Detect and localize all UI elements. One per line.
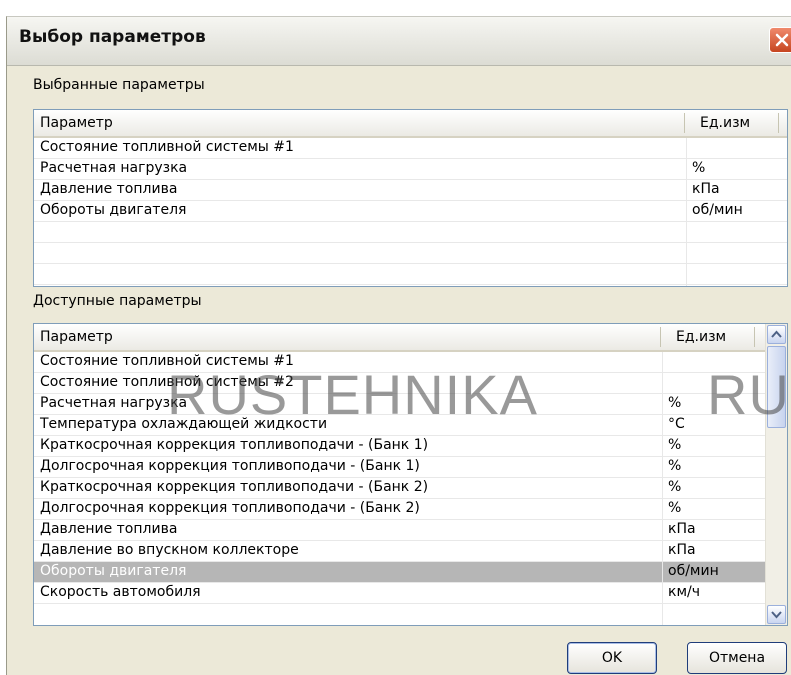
parameter-unit: кПа — [668, 542, 696, 558]
parameter-name: Скорость автомобиля — [40, 584, 201, 600]
list-item[interactable]: Краткосрочная коррекция топливоподачи - … — [34, 436, 766, 457]
column-divider — [686, 138, 687, 286]
column-header-parameter[interactable]: Параметр — [40, 329, 113, 345]
list-header: Параметр Ед.изм — [34, 324, 766, 352]
list-item[interactable] — [34, 264, 787, 285]
chevron-down-icon — [771, 611, 782, 619]
dialog-window: Выбор параметров Выбранные параметры Пар… — [6, 16, 791, 675]
column-divider — [662, 352, 663, 625]
parameter-unit: % — [668, 479, 682, 495]
selected-params-label: Выбранные параметры — [33, 77, 205, 93]
parameter-unit: % — [668, 458, 682, 474]
parameter-name: Расчетная нагрузка — [40, 160, 188, 176]
list-item[interactable] — [34, 222, 787, 243]
cancel-button[interactable]: Отмена — [687, 642, 787, 674]
list-header: Параметр Ед.изм — [34, 110, 787, 138]
window-title: Выбор параметров — [19, 27, 206, 47]
parameter-unit: кПа — [668, 521, 696, 537]
list-item[interactable]: Состояние топливной системы #1 — [34, 352, 766, 373]
parameter-unit: % — [668, 395, 682, 411]
parameter-name: Состояние топливной системы #1 — [40, 139, 294, 155]
close-button[interactable] — [769, 27, 791, 53]
parameter-unit: об/мин — [668, 563, 719, 579]
column-separator[interactable] — [660, 327, 661, 347]
parameter-name: Состояние топливной системы #1 — [40, 353, 294, 369]
title-bar[interactable]: Выбор параметров — [7, 17, 791, 66]
parameter-name: Давление топлива — [40, 181, 178, 197]
list-item[interactable]: Температура охлаждающей жидкости °C — [34, 415, 766, 436]
parameter-name: Состояние топливной системы #2 — [40, 374, 294, 390]
available-params-label: Доступные параметры — [33, 293, 202, 309]
parameter-unit: об/мин — [692, 202, 743, 218]
close-icon — [775, 33, 789, 47]
selected-rows: Состояние топливной системы #1 Расчетная … — [34, 138, 787, 285]
scroll-thumb[interactable] — [767, 346, 786, 428]
parameter-name: Долгосрочная коррекция топливоподачи - (… — [40, 500, 420, 516]
column-separator[interactable] — [778, 113, 779, 133]
parameter-name: Давление во впускном коллекторе — [40, 542, 299, 558]
parameter-unit: % — [668, 437, 682, 453]
list-item[interactable]: Краткосрочная коррекция топливоподачи - … — [34, 478, 766, 499]
parameter-name: Давление топлива — [40, 521, 178, 537]
list-item[interactable]: Расчетная нагрузка% — [34, 394, 766, 415]
column-separator[interactable] — [754, 327, 755, 347]
list-item[interactable] — [34, 243, 787, 264]
parameter-name: Обороты двигателя — [40, 202, 187, 218]
parameter-name: Краткосрочная коррекция топливоподачи - … — [40, 437, 429, 453]
parameter-name: Долгосрочная коррекция топливоподачи - (… — [40, 458, 420, 474]
ok-button[interactable]: OK — [567, 642, 657, 674]
vertical-scrollbar[interactable] — [765, 324, 787, 625]
parameter-name: Расчетная нагрузка — [40, 395, 188, 411]
parameter-unit: % — [668, 500, 682, 516]
column-separator[interactable] — [684, 113, 685, 133]
list-item[interactable]: Давление во впускном коллекторе кПа — [34, 541, 766, 562]
list-item[interactable]: Давление топлива кПа — [34, 520, 766, 541]
list-item[interactable]: Расчетная нагрузка% — [34, 159, 787, 180]
selected-params-list[interactable]: Параметр Ед.изм Состояние топливной сист… — [33, 109, 788, 287]
list-item[interactable]: Обороты двигателя об/мин — [34, 562, 766, 583]
list-item[interactable]: Долгосрочная коррекция топливоподачи - (… — [34, 499, 766, 520]
list-item[interactable]: Долгосрочная коррекция топливоподачи - (… — [34, 457, 766, 478]
list-item[interactable]: Обороты двигателя об/мин — [34, 201, 787, 222]
available-rows: Состояние топливной системы #1 Состояние … — [34, 352, 766, 604]
scroll-up-button[interactable] — [767, 325, 786, 344]
parameter-unit: °C — [668, 416, 685, 432]
parameter-name: Обороты двигателя — [40, 563, 187, 579]
list-item[interactable]: Скорость автомобиля км/ч — [34, 583, 766, 604]
column-header-unit[interactable]: Ед.изм — [700, 115, 750, 131]
scroll-down-button[interactable] — [767, 605, 786, 624]
available-params-list[interactable]: Параметр Ед.изм Состояние топливной сист… — [33, 323, 788, 626]
column-header-parameter[interactable]: Параметр — [40, 115, 113, 131]
list-item[interactable]: Состояние топливной системы #1 — [34, 138, 787, 159]
chevron-up-icon — [771, 330, 782, 338]
parameter-name: Температура охлаждающей жидкости — [40, 416, 328, 432]
parameter-unit: кПа — [692, 181, 720, 197]
parameter-unit: % — [692, 160, 706, 176]
parameter-unit: км/ч — [668, 584, 701, 600]
parameter-name: Краткосрочная коррекция топливоподачи - … — [40, 479, 429, 495]
list-item[interactable]: Состояние топливной системы #2 — [34, 373, 766, 394]
list-item[interactable]: Давление топлива кПа — [34, 180, 787, 201]
column-header-unit[interactable]: Ед.изм — [676, 329, 726, 345]
